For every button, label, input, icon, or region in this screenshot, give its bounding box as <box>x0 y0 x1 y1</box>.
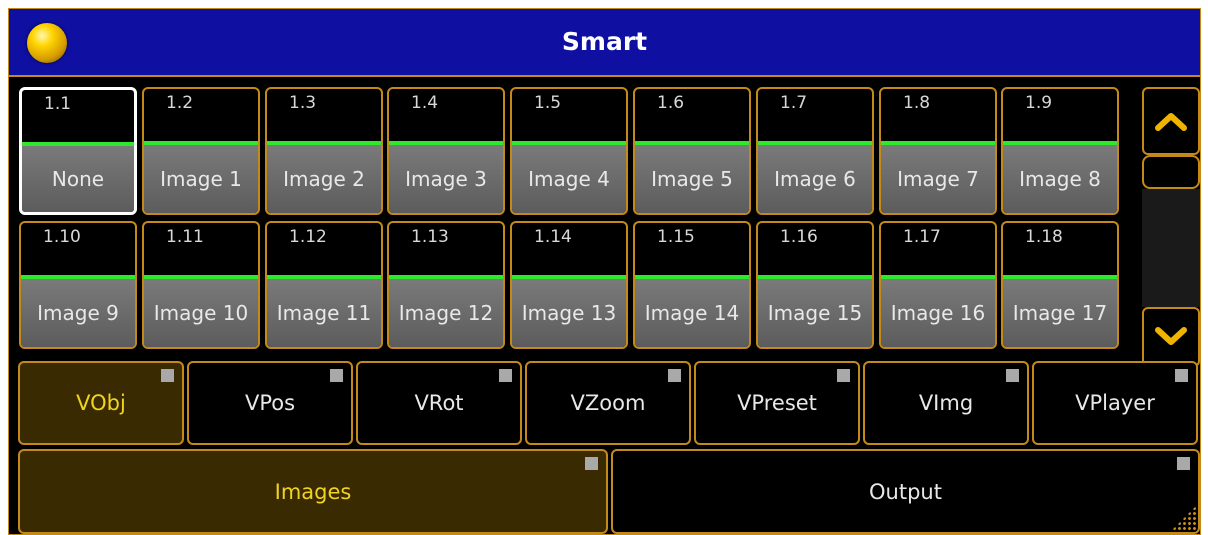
pool-tile[interactable]: 1.17 Image 16 <box>879 221 997 349</box>
tab-images[interactable]: Images <box>18 449 608 534</box>
tile-number: 1.9 <box>1025 93 1053 113</box>
tile-label: Image 3 <box>389 145 503 213</box>
tile-number: 1.13 <box>411 227 449 247</box>
title-bar: Smart <box>9 9 1200 77</box>
tile-label: Image 12 <box>389 279 503 347</box>
smart-window: Smart 1.1 None 1.2 Image 1 1.3 Image 2 1.4 Imag… <box>8 8 1201 535</box>
pool-tile[interactable]: 1.3 Image 2 <box>265 87 383 215</box>
pool-tile[interactable]: 1.7 Image 6 <box>756 87 874 215</box>
tab-vpos[interactable]: VPos <box>187 361 353 445</box>
pool-tile[interactable]: 1.9 Image 8 <box>1001 87 1119 215</box>
tab-vpreset[interactable]: VPreset <box>694 361 860 445</box>
chevron-down-icon <box>1155 327 1187 345</box>
tile-number: 1.3 <box>289 93 317 113</box>
tab-indicator <box>161 369 174 382</box>
tab-vrot[interactable]: VRot <box>356 361 522 445</box>
tab-label: VRot <box>414 391 464 415</box>
tile-number: 1.2 <box>166 93 194 113</box>
tile-number: 1.18 <box>1025 227 1063 247</box>
pool-tile[interactable]: 1.11 Image 10 <box>142 221 260 349</box>
pool-tile[interactable]: 1.15 Image 14 <box>633 221 751 349</box>
tile-number: 1.4 <box>411 93 439 113</box>
tile-label: Image 15 <box>758 279 872 347</box>
pool-tile[interactable]: 1.2 Image 1 <box>142 87 260 215</box>
pool-tile[interactable]: 1.8 Image 7 <box>879 87 997 215</box>
scroll-up-button[interactable] <box>1142 87 1200 155</box>
tile-label: Image 9 <box>21 279 135 347</box>
tab-indicator <box>330 369 343 382</box>
tab-indicator <box>668 369 681 382</box>
tile-label: Image 2 <box>267 145 381 213</box>
tile-label: Image 11 <box>267 279 381 347</box>
tab-vobj[interactable]: VObj <box>18 361 184 445</box>
tile-label: Image 17 <box>1003 279 1117 347</box>
tile-label: Image 6 <box>758 145 872 213</box>
tab-label: VObj <box>76 391 126 415</box>
tile-label: Image 4 <box>512 145 626 213</box>
pool-tile[interactable]: 1.1 None <box>19 87 137 215</box>
tab-output[interactable]: Output <box>611 449 1200 534</box>
tab-label: VPreset <box>737 391 817 415</box>
tile-number: 1.11 <box>166 227 204 247</box>
tile-label: Image 5 <box>635 145 749 213</box>
tile-number: 1.7 <box>780 93 808 113</box>
tab-vzoom[interactable]: VZoom <box>525 361 691 445</box>
tab-indicator <box>1006 369 1019 382</box>
pool-tile[interactable]: 1.4 Image 3 <box>387 87 505 215</box>
tile-number: 1.6 <box>657 93 685 113</box>
pool-tile[interactable]: 1.5 Image 4 <box>510 87 628 215</box>
tile-number: 1.8 <box>903 93 931 113</box>
tile-label: Image 13 <box>512 279 626 347</box>
tab-label: VPos <box>244 391 296 415</box>
tile-number: 1.10 <box>43 227 81 247</box>
window-title: Smart <box>561 27 648 56</box>
tile-number: 1.1 <box>44 94 72 114</box>
tile-label: Image 8 <box>1003 145 1117 213</box>
tab-label: Images <box>274 479 352 504</box>
tile-number: 1.17 <box>903 227 941 247</box>
tile-label: Image 1 <box>144 145 258 213</box>
pool-tile[interactable]: 1.16 Image 15 <box>756 221 874 349</box>
scroll-column <box>1142 87 1200 367</box>
tile-number: 1.14 <box>534 227 572 247</box>
tile-number: 1.12 <box>289 227 327 247</box>
tab-indicator <box>1175 369 1188 382</box>
tile-number: 1.15 <box>657 227 695 247</box>
pool-tile[interactable]: 1.13 Image 12 <box>387 221 505 349</box>
tab-vimg[interactable]: VImg <box>863 361 1029 445</box>
tile-number: 1.16 <box>780 227 818 247</box>
tab-label: VImg <box>918 391 974 415</box>
pool-tile[interactable]: 1.12 Image 11 <box>265 221 383 349</box>
scroll-thumb[interactable] <box>1142 155 1200 189</box>
resize-grip-icon[interactable] <box>1172 506 1196 530</box>
tab-indicator <box>1177 457 1190 470</box>
tile-label: Image 16 <box>881 279 995 347</box>
tile-label: None <box>22 146 134 212</box>
tab-label: VPlayer <box>1075 391 1155 415</box>
tab-vplayer[interactable]: VPlayer <box>1032 361 1198 445</box>
pool-tile[interactable]: 1.10 Image 9 <box>19 221 137 349</box>
tab-indicator <box>585 457 598 470</box>
chevron-up-icon <box>1155 113 1187 131</box>
scroll-down-button[interactable] <box>1142 307 1200 367</box>
tile-label: Image 10 <box>144 279 258 347</box>
pool-tile[interactable]: 1.14 Image 13 <box>510 221 628 349</box>
scroll-track[interactable] <box>1142 189 1200 307</box>
tab-label: VZoom <box>570 391 646 415</box>
tile-number: 1.5 <box>534 93 562 113</box>
tile-label: Image 14 <box>635 279 749 347</box>
tab-label: Output <box>869 479 942 504</box>
tab-indicator <box>837 369 850 382</box>
pool-tile[interactable]: 1.18 Image 17 <box>1001 221 1119 349</box>
pool-tile[interactable]: 1.6 Image 5 <box>633 87 751 215</box>
tile-label: Image 7 <box>881 145 995 213</box>
tab-indicator <box>499 369 512 382</box>
